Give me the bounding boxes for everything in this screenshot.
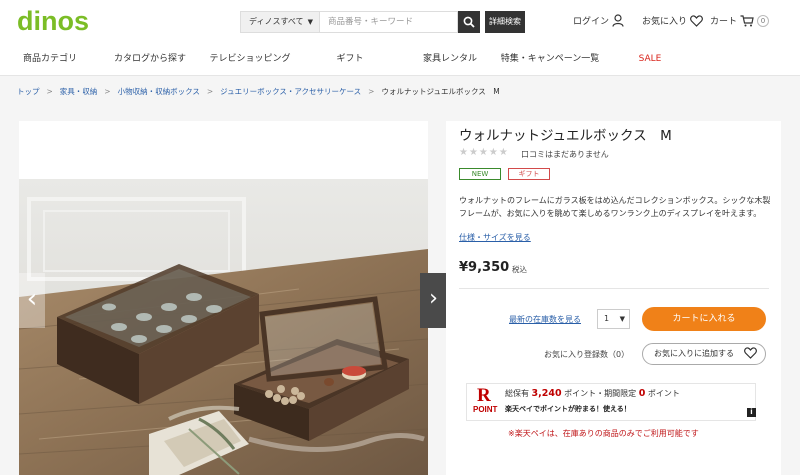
stock-check-link[interactable]: 最新の在庫数を見る — [509, 314, 581, 325]
divider — [459, 288, 769, 289]
search-bar: ディノスすべて ▼ 商品番号・キーワード 詳細検索 — [240, 11, 525, 33]
dinos-logo[interactable]: dinos — [17, 6, 89, 37]
gallery-next-button[interactable]: › — [420, 273, 447, 328]
tax-label: 税込 — [512, 265, 527, 274]
gift-badge: ギフト — [508, 168, 550, 180]
chevron-left-icon: ‹ — [26, 284, 38, 314]
review-status: 口コミはまだありません — [521, 150, 609, 159]
rakuten-pay-note: ※楽天ペイは、在庫ありの商品のみでご利用可能です — [508, 429, 699, 438]
caret-down-icon: ▼ — [307, 18, 313, 26]
caret-down-icon: ▼ — [619, 315, 625, 323]
breadcrumb-link[interactable]: トップ — [17, 87, 40, 96]
nav-item-categories[interactable]: 商品カテゴリ — [0, 44, 100, 75]
heart-icon — [744, 347, 757, 359]
add-to-favorites-label: お気に入りに追加する — [654, 349, 734, 358]
breadcrumb-separator: > — [206, 87, 214, 96]
rakuten-points-summary: 総保有 3,240 ポイント・期間限定 0 ポイント — [505, 388, 680, 399]
search-button[interactable] — [458, 11, 480, 33]
quantity-value: 1 — [604, 314, 610, 323]
search-icon — [463, 16, 475, 28]
breadcrumb-separator: > — [368, 87, 375, 96]
cart-link[interactable]: カート 0 — [710, 14, 770, 27]
rating-stars: ★★★★★ — [459, 147, 509, 158]
favorites-label: お気に入り — [642, 17, 688, 27]
breadcrumb-separator: > — [104, 87, 111, 96]
nav-item-campaigns[interactable]: 特集・キャンペーン一覧 — [500, 44, 600, 75]
chevron-right-icon: › — [429, 286, 438, 311]
breadcrumb-current: ウォルナットジュエルボックス M — [381, 87, 500, 96]
rakuten-point-box: R POINT 総保有 3,240 ポイント・期間限定 0 ポイント 楽天ペイで… — [466, 383, 756, 421]
main-nav: 商品カテゴリ カタログから探す テレビショッピング ギフト 家具レンタル 特集・… — [0, 44, 800, 76]
login-label: ログイン — [573, 17, 610, 27]
cart-icon — [740, 14, 754, 26]
login-link[interactable]: ログイン — [573, 14, 624, 27]
product-info-panel: ウォルナットジュエルボックス M ★★★★★ 口コミはまだありません NEW ギ… — [446, 121, 781, 475]
spec-size-link[interactable]: 仕様・サイズを見る — [459, 232, 531, 243]
advanced-search-button[interactable]: 詳細検索 — [485, 11, 525, 33]
breadcrumb-link[interactable]: 家具・収納 — [60, 87, 98, 96]
product-price: ¥9,350 — [459, 260, 510, 275]
cart-count-badge: 0 — [757, 14, 770, 27]
heart-icon — [690, 14, 703, 27]
breadcrumb-link[interactable]: 小物収納・収納ボックス — [118, 87, 200, 96]
rakuten-pay-promo: 楽天ペイでポイントが貯まる！使える！ — [505, 405, 631, 413]
user-icon — [612, 14, 624, 27]
search-category-select[interactable]: ディノスすべて ▼ — [240, 11, 320, 33]
points-limited: 0 — [638, 388, 646, 399]
nav-item-tv-shopping[interactable]: テレビショッピング — [200, 44, 300, 75]
product-description: ウォルナットのフレームにガラス板をはめ込んだコレクションボックス。シックな木製フ… — [459, 196, 771, 218]
add-to-cart-button[interactable]: カートに入れる — [642, 307, 766, 331]
rakuten-point-logo: R POINT — [473, 385, 498, 414]
info-icon[interactable]: i — [747, 408, 756, 417]
breadcrumb-separator: > — [46, 87, 53, 96]
nav-item-gift[interactable]: ギフト — [300, 44, 400, 75]
breadcrumb: トップ > 家具・収納 > 小物収納・収納ボックス > ジュエリーボックス・アクセサリーケー… — [0, 76, 800, 108]
nav-item-sale[interactable]: SALE — [600, 44, 700, 75]
nav-item-furniture-rental[interactable]: 家具レンタル — [400, 44, 500, 75]
cart-label: カート — [710, 17, 738, 27]
product-photo[interactable] — [19, 179, 428, 475]
gallery-prev-button[interactable]: ‹ — [19, 273, 45, 328]
search-input[interactable]: 商品番号・キーワード — [320, 11, 458, 33]
favorites-link[interactable]: お気に入り — [642, 14, 703, 27]
points-total: 3,240 — [531, 388, 562, 399]
product-gallery: ‹ › — [19, 121, 447, 475]
product-title: ウォルナットジュエルボックス M — [459, 128, 672, 144]
quantity-select[interactable]: 1 ▼ — [597, 309, 630, 329]
new-badge: NEW — [459, 168, 501, 180]
search-category-label: ディノスすべて — [249, 17, 304, 26]
site-header: dinos ディノスすべて ▼ 商品番号・キーワード 詳細検索 ログイン お気に… — [0, 0, 800, 44]
breadcrumb-link[interactable]: ジュエリーボックス・アクセサリーケース — [220, 87, 361, 96]
nav-item-catalog[interactable]: カタログから探す — [100, 44, 200, 75]
favorite-count: お気に入り登録数（0） — [544, 350, 630, 359]
add-to-favorites-button[interactable]: お気に入りに追加する — [642, 343, 766, 365]
